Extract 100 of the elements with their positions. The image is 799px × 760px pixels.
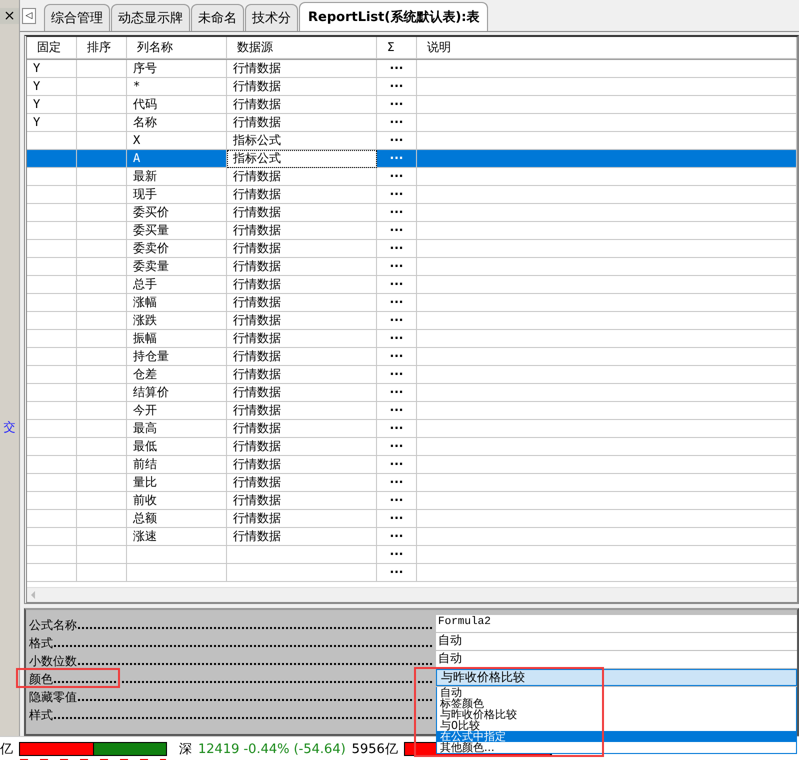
table-row[interactable]: 涨速 行情数据 ··· <box>27 528 797 546</box>
table-cell: 现手 <box>127 186 227 204</box>
ellipsis-button[interactable]: ··· <box>377 150 417 168</box>
ellipsis-button[interactable]: ··· <box>377 438 417 456</box>
table-row[interactable]: 现手 行情数据 ··· <box>27 186 797 204</box>
ellipsis-button[interactable]: ··· <box>377 330 417 348</box>
ellipsis-button[interactable]: ··· <box>377 168 417 186</box>
table-cell: 指标公式 <box>227 150 377 168</box>
table-cell <box>27 330 77 348</box>
table-cell <box>27 348 77 366</box>
ellipsis-button[interactable]: ··· <box>377 294 417 312</box>
ellipsis-button[interactable]: ··· <box>377 456 417 474</box>
table-row[interactable]: 总额 行情数据 ··· <box>27 510 797 528</box>
ellipsis-button[interactable]: ··· <box>377 60 417 78</box>
table-row[interactable]: 前收 行情数据 ··· <box>27 492 797 510</box>
ellipsis-button[interactable]: ··· <box>377 402 417 420</box>
ellipsis-button[interactable]: ··· <box>377 384 417 402</box>
dropdown-option[interactable]: 其他颜色... <box>437 742 796 754</box>
table-row[interactable]: 今开 行情数据 ··· <box>27 402 797 420</box>
ellipsis-button[interactable]: ··· <box>377 348 417 366</box>
ellipsis-button[interactable]: ··· <box>377 78 417 96</box>
column-header[interactable]: 列名称 <box>127 36 227 59</box>
dropdown-option[interactable]: 与昨收价格比较 <box>437 709 796 720</box>
table-cell <box>27 402 77 420</box>
property-value[interactable]: 自动 <box>436 633 797 650</box>
column-header[interactable]: Σ <box>377 36 417 59</box>
table-row[interactable]: 持仓量 行情数据 ··· <box>27 348 797 366</box>
table-row[interactable]: 前结 行情数据 ··· <box>27 456 797 474</box>
ellipsis-button[interactable]: ··· <box>377 204 417 222</box>
table-row[interactable]: Y 代码 行情数据 ··· <box>27 96 797 114</box>
table-cell: 行情数据 <box>227 366 377 384</box>
table-row[interactable]: Y 序号 行情数据 ··· <box>27 60 797 78</box>
column-header[interactable]: 排序 <box>77 36 127 59</box>
table-cell: 行情数据 <box>227 474 377 492</box>
table-cell <box>77 204 127 222</box>
ellipsis-button[interactable]: ··· <box>377 222 417 240</box>
property-value[interactable]: Formula2 <box>436 615 797 632</box>
table-row[interactable]: ··· <box>27 546 797 564</box>
column-header[interactable]: 说明 <box>417 36 797 59</box>
table-cell: 结算价 <box>127 384 227 402</box>
tab[interactable]: 技术分 <box>245 4 298 31</box>
table-cell: 最低 <box>127 438 227 456</box>
table-row[interactable]: 仓差 行情数据 ··· <box>27 366 797 384</box>
tab[interactable]: 综合管理 <box>44 4 110 31</box>
ellipsis-button[interactable]: ··· <box>377 564 417 582</box>
table-row[interactable]: 总手 行情数据 ··· <box>27 276 797 294</box>
tab-scroll-button[interactable]: ◁ <box>22 8 36 24</box>
table-row[interactable]: A 指标公式 ··· <box>27 150 797 168</box>
table-row[interactable]: 量比 行情数据 ··· <box>27 474 797 492</box>
table-cell: 行情数据 <box>227 438 377 456</box>
table-row[interactable]: Y 名称 行情数据 ··· <box>27 114 797 132</box>
table-cell <box>27 420 77 438</box>
table-cell <box>27 294 77 312</box>
ellipsis-button[interactable]: ··· <box>377 276 417 294</box>
close-button[interactable]: × <box>0 8 19 24</box>
table-row[interactable]: 委卖价 行情数据 ··· <box>27 240 797 258</box>
table-row[interactable]: 结算价 行情数据 ··· <box>27 384 797 402</box>
dropdown-option[interactable]: 在公式中指定 <box>437 731 796 742</box>
ellipsis-button[interactable]: ··· <box>377 510 417 528</box>
tab[interactable]: 未命名 <box>191 4 244 31</box>
table-row[interactable]: 委买量 行情数据 ··· <box>27 222 797 240</box>
ellipsis-button[interactable]: ··· <box>377 492 417 510</box>
table-cell: 行情数据 <box>227 420 377 438</box>
dropdown-option[interactable]: 标签颜色 <box>437 698 796 710</box>
ellipsis-button[interactable]: ··· <box>377 312 417 330</box>
table-row[interactable]: 涨跌 行情数据 ··· <box>27 312 797 330</box>
ellipsis-button[interactable]: ··· <box>377 420 417 438</box>
dropdown-option[interactable]: 与0比较 <box>437 720 796 732</box>
ellipsis-button[interactable]: ··· <box>377 186 417 204</box>
table-cell: 总额 <box>127 510 227 528</box>
ellipsis-button[interactable]: ··· <box>377 96 417 114</box>
ellipsis-button[interactable]: ··· <box>377 474 417 492</box>
scroll-left-icon[interactable] <box>31 591 35 600</box>
table-cell <box>27 150 77 168</box>
dropdown-option[interactable]: 自动 <box>437 687 796 698</box>
tab[interactable]: 动态显示牌 <box>111 4 190 31</box>
table-row[interactable]: ··· <box>27 564 797 582</box>
table-cell: 最新 <box>127 168 227 186</box>
table-row[interactable]: 委买价 行情数据 ··· <box>27 204 797 222</box>
table-row[interactable]: 振幅 行情数据 ··· <box>27 330 797 348</box>
property-value[interactable]: 自动 <box>436 651 797 668</box>
table-row[interactable]: 最高 行情数据 ··· <box>27 420 797 438</box>
tab[interactable]: ReportList(系统默认表):表 <box>299 2 488 31</box>
table-row[interactable]: 委卖量 行情数据 ··· <box>27 258 797 276</box>
table-cell <box>77 276 127 294</box>
ellipsis-button[interactable]: ··· <box>377 366 417 384</box>
table-row[interactable]: 最低 行情数据 ··· <box>27 438 797 456</box>
ellipsis-button[interactable]: ··· <box>377 546 417 564</box>
table-row[interactable]: 涨幅 行情数据 ··· <box>27 294 797 312</box>
table-row[interactable]: Y * 行情数据 ··· <box>27 78 797 96</box>
ellipsis-button[interactable]: ··· <box>377 240 417 258</box>
table-row[interactable]: 最新 行情数据 ··· <box>27 168 797 186</box>
ellipsis-button[interactable]: ··· <box>377 258 417 276</box>
color-combobox[interactable]: 与昨收价格比较 <box>436 669 797 686</box>
ellipsis-button[interactable]: ··· <box>377 528 417 546</box>
ellipsis-button[interactable]: ··· <box>377 114 417 132</box>
table-cell: 涨跌 <box>127 312 227 330</box>
column-header[interactable]: 数据源 <box>227 36 377 59</box>
table-cell: 行情数据 <box>227 96 377 114</box>
column-header[interactable]: 固定 <box>27 36 77 59</box>
